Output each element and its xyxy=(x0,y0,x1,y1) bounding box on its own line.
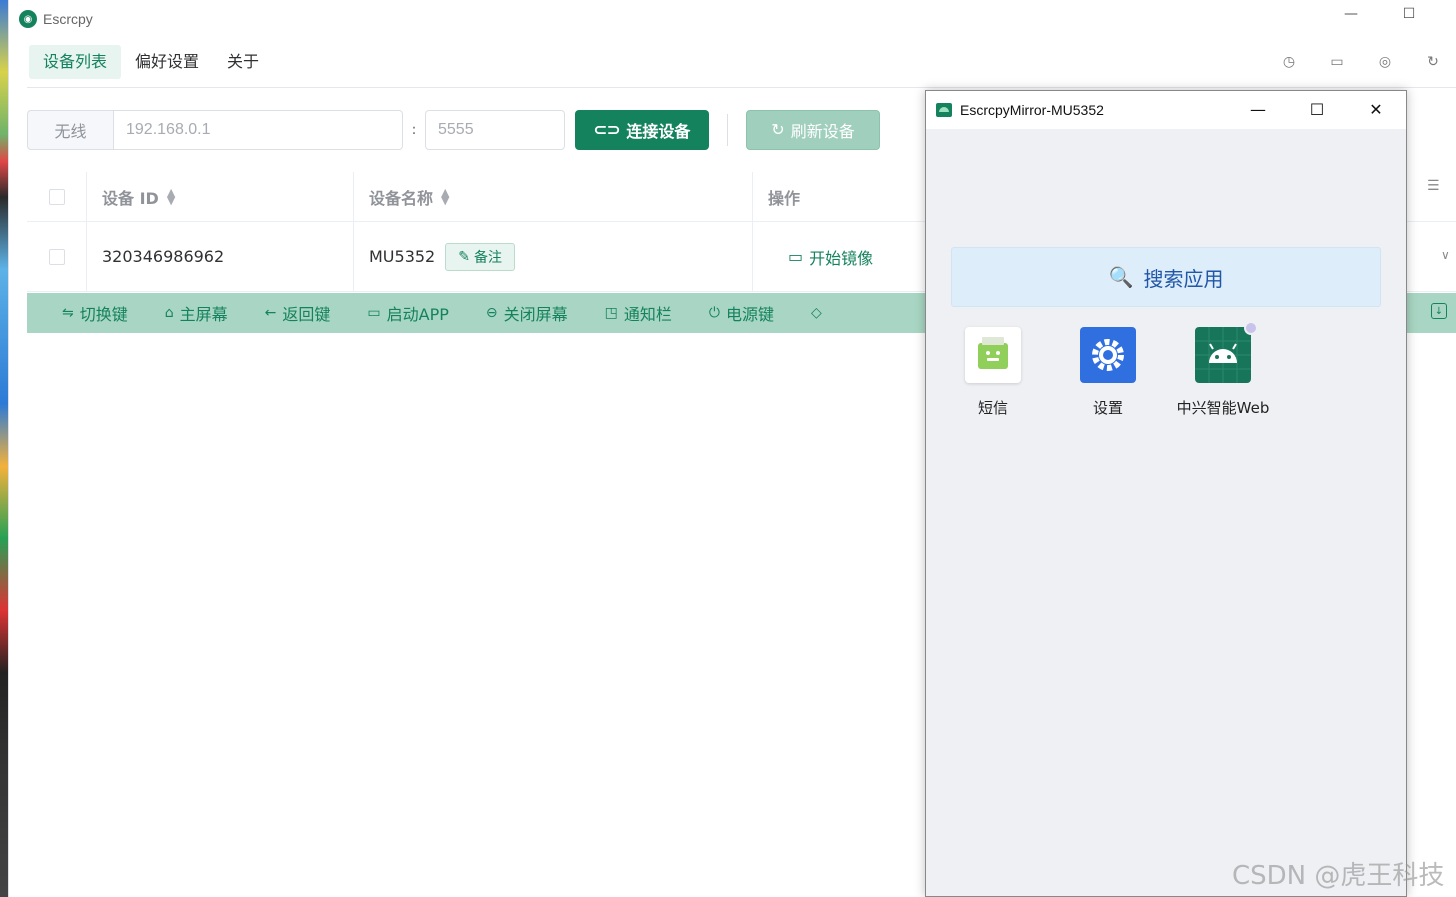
header-device-name: 设备名称 xyxy=(369,188,434,208)
wireless-label: 无线 xyxy=(27,110,113,150)
app-logo-icon: ◉ xyxy=(19,10,37,28)
column-device-name[interactable]: 设备名称 ▲ ▼ xyxy=(354,172,753,221)
screen-off-button[interactable]: ⊖ 关闭屏幕 xyxy=(486,301,568,325)
switch-key-label: 切换键 xyxy=(79,305,128,324)
app-settings[interactable]: 设置 xyxy=(1053,327,1163,418)
eye-icon[interactable]: ◎ xyxy=(1361,54,1409,70)
device-name: MU5352 xyxy=(369,247,436,266)
download-icon[interactable]: ↓ xyxy=(1431,303,1447,319)
notification-dot xyxy=(1244,321,1258,335)
home-screen-label: 主屏幕 xyxy=(179,305,228,324)
app-label: 中兴智能Web xyxy=(1176,399,1270,417)
header-operations: 操作 xyxy=(768,188,801,208)
search-apps-button[interactable]: 🔍 搜索应用 xyxy=(951,247,1381,307)
app-label: 设置 xyxy=(1092,399,1123,417)
tab-preferences[interactable]: 偏好设置 xyxy=(121,45,213,79)
monitor-icon: ▭ xyxy=(788,247,804,266)
back-arrow-icon: ← xyxy=(264,305,277,321)
search-icon: 🔍 xyxy=(1108,265,1134,289)
tab-device-list[interactable]: 设备列表 xyxy=(29,45,122,79)
app-label: 短信 xyxy=(977,399,1008,417)
refresh-icon: ↻ xyxy=(771,122,785,139)
rotate-icon: ◇ xyxy=(810,305,822,321)
watermark: CSDN @虎王科技 xyxy=(1232,861,1445,891)
android-app-icon xyxy=(1195,321,1258,383)
connect-device-label: 连接设备 xyxy=(626,124,691,141)
clock-icon[interactable]: ◷ xyxy=(1265,54,1313,70)
app-title: Escrcpy xyxy=(43,11,93,27)
device-name-cell: MU5352 ✎ 备注 xyxy=(354,222,753,291)
start-mirror-button[interactable]: ▭ 开始镜像 xyxy=(788,245,873,269)
minimize-button[interactable]: — xyxy=(1341,6,1361,30)
mirror-title-bar: EscrcpyMirror-MU5352 — ☐ ✕ xyxy=(926,91,1406,129)
notification-bar-label: 通知栏 xyxy=(623,305,672,324)
notification-icon: ◳ xyxy=(604,305,618,321)
toggle-icon: ⊖ xyxy=(485,305,498,321)
power-key-button[interactable]: ⏻ 电源键 xyxy=(709,301,774,325)
launch-app-button[interactable]: ▭ 启动APP xyxy=(367,301,448,325)
connection-row: 无线 : ⊂⊃ 连接设备 ↻ 刷新设备 xyxy=(27,110,880,150)
screen-off-label: 关闭屏幕 xyxy=(503,305,568,324)
mirror-minimize-button[interactable]: — xyxy=(1246,99,1270,121)
column-settings-icon[interactable]: ☰ xyxy=(1427,178,1440,194)
switch-icon: ⇋ xyxy=(62,305,74,321)
back-key-label: 返回键 xyxy=(282,305,331,324)
rotate-button[interactable]: ◇ xyxy=(811,305,822,321)
mirror-maximize-button[interactable]: ☐ xyxy=(1305,99,1329,121)
power-key-label: 电源键 xyxy=(725,305,774,324)
refresh-devices-button[interactable]: ↻ 刷新设备 xyxy=(746,110,880,150)
back-key-button[interactable]: ← 返回键 xyxy=(265,301,331,325)
sort-icon[interactable]: ▲ ▼ xyxy=(167,187,175,206)
sort-icon[interactable]: ▲ ▼ xyxy=(441,187,449,206)
refresh-devices-label: 刷新设备 xyxy=(790,124,855,141)
remark-button[interactable]: ✎ 备注 xyxy=(445,242,515,271)
app-sms[interactable]: 短信 xyxy=(938,327,1048,418)
power-icon: ⏻ xyxy=(708,305,720,321)
row-checkbox[interactable] xyxy=(48,248,65,265)
port-input[interactable] xyxy=(425,110,565,150)
chevron-down-icon[interactable]: ∨ xyxy=(1441,248,1450,262)
select-all-checkbox[interactable] xyxy=(48,188,65,205)
maximize-button[interactable]: ☐ xyxy=(1399,6,1419,30)
launch-app-label: 启动APP xyxy=(386,305,449,324)
nav-divider xyxy=(27,87,1456,88)
search-apps-label: 搜索应用 xyxy=(1143,266,1224,291)
switch-key-button[interactable]: ⇋ 切换键 xyxy=(62,301,128,325)
ip-address-input[interactable] xyxy=(113,110,403,150)
android-icon xyxy=(936,103,952,117)
mirror-window: EscrcpyMirror-MU5352 — ☐ ✕ 🔍 搜索应用 短信 设置 … xyxy=(925,90,1407,897)
notification-bar-button[interactable]: ◳ 通知栏 xyxy=(605,301,672,325)
connect-device-button[interactable]: ⊂⊃ 连接设备 xyxy=(575,110,709,150)
link-icon: ⊂⊃ xyxy=(593,122,621,139)
edit-icon: ✎ xyxy=(458,248,470,265)
home-icon: ⌂ xyxy=(164,305,174,321)
start-mirror-label: 开始镜像 xyxy=(809,248,874,268)
device-screen[interactable]: 🔍 搜索应用 短信 设置 中兴智能Web xyxy=(926,129,1406,896)
mirror-window-title: EscrcpyMirror-MU5352 xyxy=(960,102,1104,118)
device-id-cell: 320346986962 xyxy=(87,222,354,291)
nav-tabs: 设备列表 偏好设置 关于 xyxy=(29,45,273,79)
title-bar: ◉ Escrcpy xyxy=(9,0,1456,38)
refresh-icon[interactable]: ↻ xyxy=(1409,54,1456,70)
mirror-close-button[interactable]: ✕ xyxy=(1364,99,1388,121)
sms-app-icon xyxy=(965,327,1021,383)
header-toolbar: ◷ ▭ ◎ ↻ xyxy=(1265,54,1456,70)
home-screen-button[interactable]: ⌂ 主屏幕 xyxy=(165,301,228,325)
column-device-id[interactable]: 设备 ID ▲ ▼ xyxy=(87,172,354,221)
remark-label: 备注 xyxy=(473,249,502,266)
desktop-background-strip xyxy=(0,0,8,897)
app-icon: ▭ xyxy=(367,305,381,321)
port-separator: : xyxy=(411,122,417,138)
gear-icon xyxy=(1080,327,1136,383)
divider xyxy=(727,114,728,146)
tab-about[interactable]: 关于 xyxy=(213,45,273,79)
app-zte-web[interactable]: 中兴智能Web xyxy=(1168,321,1278,418)
header-device-id: 设备 ID xyxy=(102,188,159,208)
terminal-icon[interactable]: ▭ xyxy=(1313,54,1361,70)
